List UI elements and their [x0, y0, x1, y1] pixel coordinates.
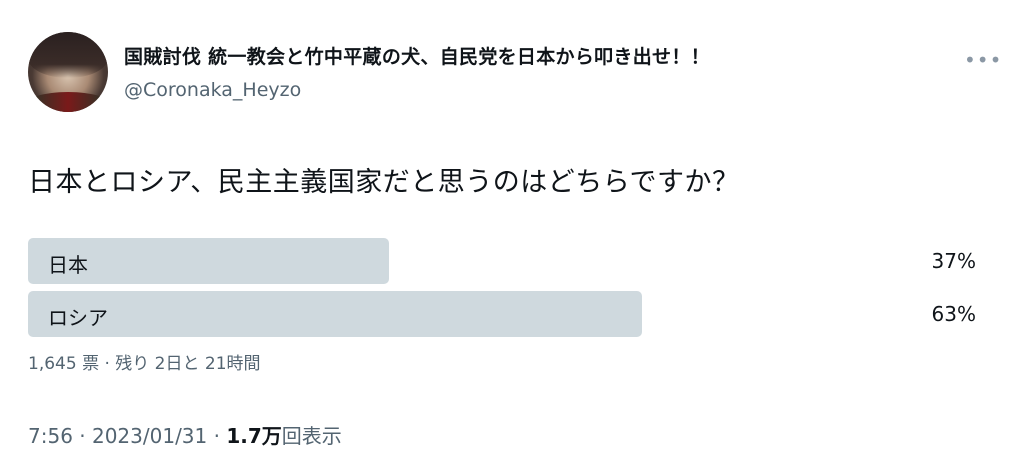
tweet-timestamp[interactable]: 7:56 · 2023/01/31 · 1.7万回表示 — [28, 420, 342, 449]
view-count: 1.7万 — [226, 424, 282, 448]
user-handle[interactable]: @Coronaka_Heyzo — [124, 79, 301, 101]
poll-option-russia: ロシア 63% — [28, 291, 976, 337]
avatar[interactable] — [28, 32, 108, 112]
poll-option-label: ロシア — [48, 306, 108, 330]
poll-meta: 1,645 票 · 残り 2日と 21時間 — [28, 354, 261, 374]
poll-option-japan: 日本 37% — [28, 238, 976, 284]
poll-option-percent: 63% — [931, 302, 976, 326]
timestamp-date: 7:56 · 2023/01/31 · — [28, 424, 227, 448]
view-label: 回表示 — [281, 424, 342, 448]
display-name[interactable]: 国賊討伐 統一教会と竹中平蔵の犬、自民党を日本から叩き出せ！！ — [124, 42, 710, 69]
poll-option-percent: 37% — [931, 249, 976, 273]
poll-bar-russia — [28, 291, 642, 337]
avatar-hair — [28, 32, 108, 78]
poll-option-label: 日本 — [48, 253, 88, 277]
avatar-collar — [28, 92, 108, 112]
tweet-text: 日本とロシア、民主主義国家だと思うのはどちらですか？ — [28, 167, 740, 198]
more-dots-icon[interactable]: ••• — [964, 50, 1002, 70]
